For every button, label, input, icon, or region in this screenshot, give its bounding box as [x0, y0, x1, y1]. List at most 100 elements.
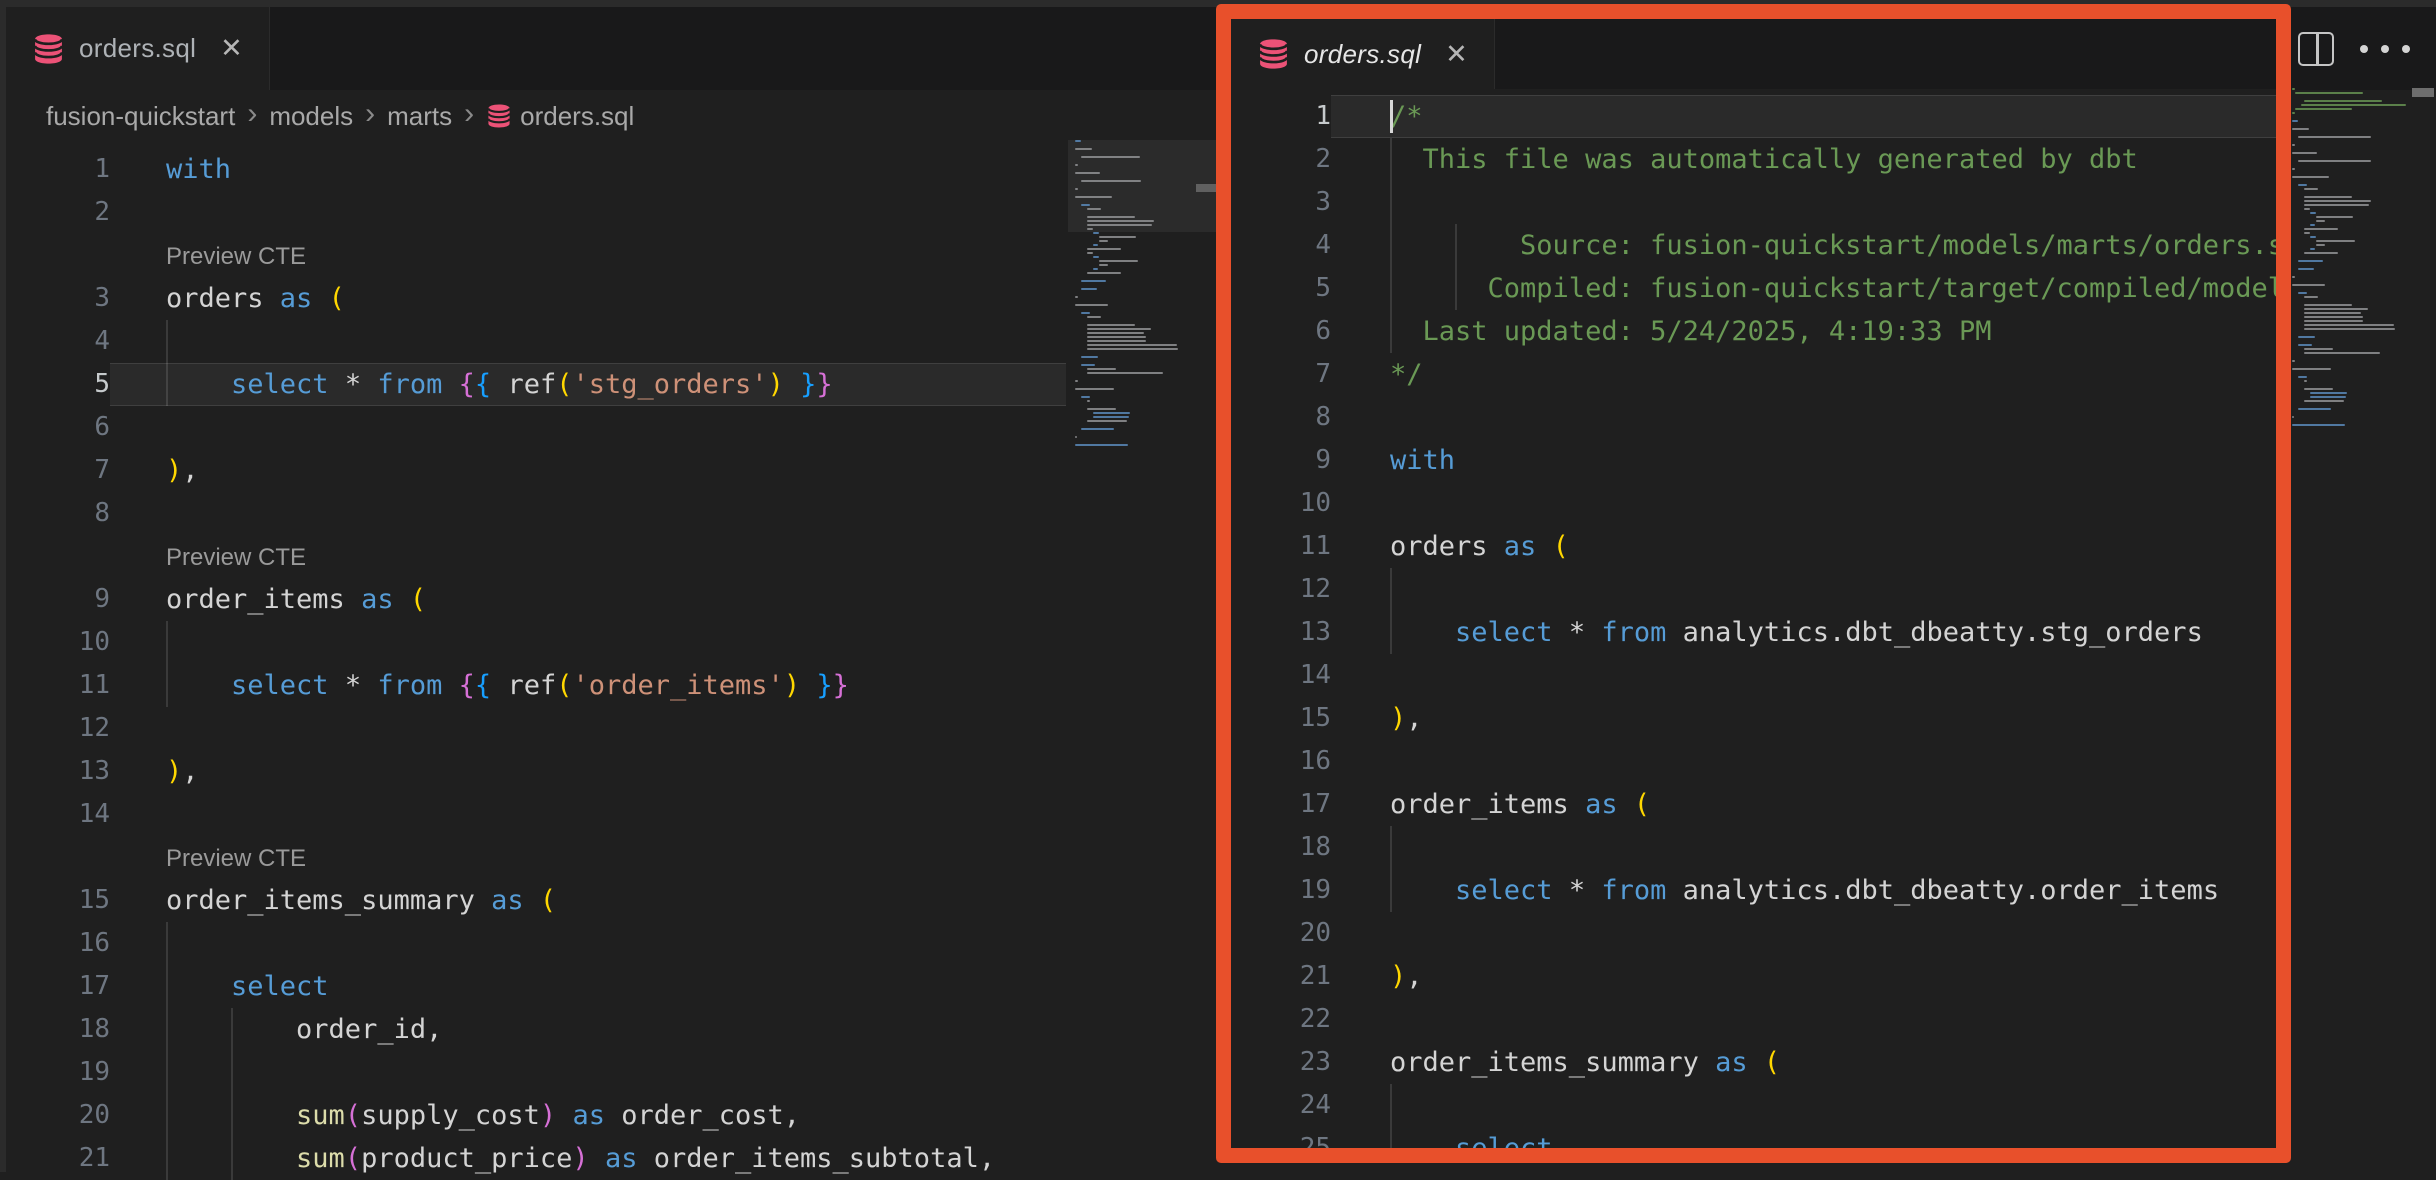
- code-line: 16: [1231, 740, 2276, 783]
- split-editor-icon[interactable]: [2298, 32, 2334, 66]
- indent-guide: [231, 1008, 233, 1051]
- code-line: 18: [1231, 826, 2276, 869]
- indent-guide: [166, 664, 168, 707]
- database-file-icon: [486, 102, 512, 130]
- indent-guide: [1390, 568, 1392, 611]
- code-line: 11 select * from {{ ref('order_items') }…: [6, 664, 1066, 707]
- code-line: 17 select: [6, 965, 1066, 1008]
- code-line: 12: [6, 707, 1066, 750]
- codelens-preview-cte[interactable]: Preview CTE: [6, 535, 1066, 578]
- indent-guide: [166, 320, 168, 363]
- code-line: 8: [6, 492, 1066, 535]
- code-line: 10: [1231, 482, 2276, 525]
- indent-guide: [1390, 826, 1392, 869]
- indent-guide: [166, 1137, 168, 1180]
- breadcrumb-item[interactable]: marts: [387, 101, 452, 132]
- codelens-preview-cte[interactable]: Preview CTE: [6, 836, 1066, 879]
- code-line: 21),: [1231, 955, 2276, 998]
- indent-guide: [1390, 181, 1392, 224]
- close-icon[interactable]: ✕: [220, 35, 243, 62]
- code-line: 4: [6, 320, 1066, 363]
- code-line: 2: [6, 191, 1066, 234]
- code-line: 7*/: [1231, 353, 2276, 396]
- code-line: 10: [6, 621, 1066, 664]
- breadcrumb-item[interactable]: fusion-quickstart: [46, 101, 235, 132]
- code-line: 1/*: [1231, 95, 2276, 138]
- code-line: 18 order_id,: [6, 1008, 1066, 1051]
- indent-guide: [1390, 1084, 1392, 1127]
- code-line: 17order_items as (: [1231, 783, 2276, 826]
- indent-guide: [166, 1051, 168, 1094]
- indent-guide: [1390, 267, 1392, 310]
- code-line: 24: [1231, 1084, 2276, 1127]
- code-line: 21 sum(product_price) as order_items_sub…: [6, 1137, 1066, 1180]
- indent-guide: [231, 1137, 233, 1180]
- indent-guide: [166, 621, 168, 664]
- breadcrumb-item-file[interactable]: orders.sql: [486, 101, 634, 132]
- close-icon[interactable]: ✕: [1445, 41, 1468, 68]
- left-editor[interactable]: 1with2Preview CTE3orders as (45 select *…: [6, 148, 1066, 1180]
- code-line: 1with: [6, 148, 1066, 191]
- left-minimap[interactable]: [1075, 140, 1193, 448]
- code-line: 14: [1231, 654, 2276, 697]
- code-line: 19 select * from analytics.dbt_dbeatty.o…: [1231, 869, 2276, 912]
- code-line: 4 Source: fusion-quickstart/models/marts…: [1231, 224, 2276, 267]
- code-line: 6 Last updated: 5/24/2025, 4:19:33 PM: [1231, 310, 2276, 353]
- right-minimap[interactable]: [2292, 88, 2412, 428]
- database-file-icon: [1257, 36, 1290, 72]
- indent-guide: [1455, 224, 1457, 267]
- code-line: 20 sum(supply_cost) as order_cost,: [6, 1094, 1066, 1137]
- indent-guide: [166, 1008, 168, 1051]
- code-line: 3: [1231, 181, 2276, 224]
- indent-guide: [1390, 138, 1392, 181]
- indent-guide: [1390, 224, 1392, 267]
- indent-guide: [1455, 267, 1457, 310]
- window-top-border: [0, 0, 2436, 7]
- right-editor-actions: [2291, 7, 2436, 90]
- right-tab-bar: orders.sql ✕: [1231, 19, 2276, 89]
- more-actions-icon[interactable]: [2360, 45, 2410, 53]
- tab-label: orders.sql: [79, 33, 196, 64]
- code-line: 9with: [1231, 439, 2276, 482]
- code-line: 20: [1231, 912, 2276, 955]
- code-line: 23order_items_summary as (: [1231, 1041, 2276, 1084]
- indent-guide: [231, 1051, 233, 1094]
- indent-guide: [1390, 869, 1392, 912]
- code-line: 12: [1231, 568, 2276, 611]
- code-line: 25 select: [1231, 1127, 2276, 1148]
- indent-guide: [166, 1094, 168, 1137]
- codelens-preview-cte[interactable]: Preview CTE: [6, 234, 1066, 277]
- code-line: 13),: [6, 750, 1066, 793]
- tab-orders-sql-left[interactable]: orders.sql ✕: [6, 7, 270, 90]
- code-line: 6: [6, 406, 1066, 449]
- indent-guide: [166, 922, 168, 965]
- tab-orders-sql-right[interactable]: orders.sql ✕: [1231, 19, 1495, 89]
- right-editor-pane[interactable]: orders.sql ✕ 1/*2 This file was automati…: [1231, 19, 2276, 1148]
- breadcrumb-item[interactable]: models: [269, 101, 353, 132]
- code-line: 15),: [1231, 697, 2276, 740]
- code-line: 16: [6, 922, 1066, 965]
- tab-label-preview: orders.sql: [1304, 39, 1421, 70]
- code-line: 13 select * from analytics.dbt_dbeatty.s…: [1231, 611, 2276, 654]
- indent-guide: [1390, 611, 1392, 654]
- right-editor-code[interactable]: 1/*2 This file was automatically generat…: [1231, 95, 2276, 1148]
- code-line: 9order_items as (: [6, 578, 1066, 621]
- chevron-right-icon: ›: [365, 99, 375, 129]
- code-line: 8: [1231, 396, 2276, 439]
- code-line: 2 This file was automatically generated …: [1231, 138, 2276, 181]
- indent-guide: [166, 965, 168, 1008]
- breadcrumb: fusion-quickstart › models › marts › orders.sq…: [6, 90, 1218, 142]
- code-line: 5 select * from {{ ref('stg_orders') }}: [6, 363, 1066, 406]
- code-line: 15order_items_summary as (: [6, 879, 1066, 922]
- code-line: 5 Compiled: fusion-quickstart/target/com…: [1231, 267, 2276, 310]
- code-line: 14: [6, 793, 1066, 836]
- chevron-right-icon: ›: [247, 99, 257, 129]
- code-line: 11orders as (: [1231, 525, 2276, 568]
- indent-guide: [1390, 1127, 1392, 1148]
- indent-guide: [231, 1094, 233, 1137]
- scrollbar-thumb[interactable]: [2412, 88, 2434, 97]
- indent-guide: [166, 363, 168, 406]
- code-line: 19: [6, 1051, 1066, 1094]
- text-cursor: [1390, 100, 1393, 133]
- chevron-right-icon: ›: [464, 99, 474, 129]
